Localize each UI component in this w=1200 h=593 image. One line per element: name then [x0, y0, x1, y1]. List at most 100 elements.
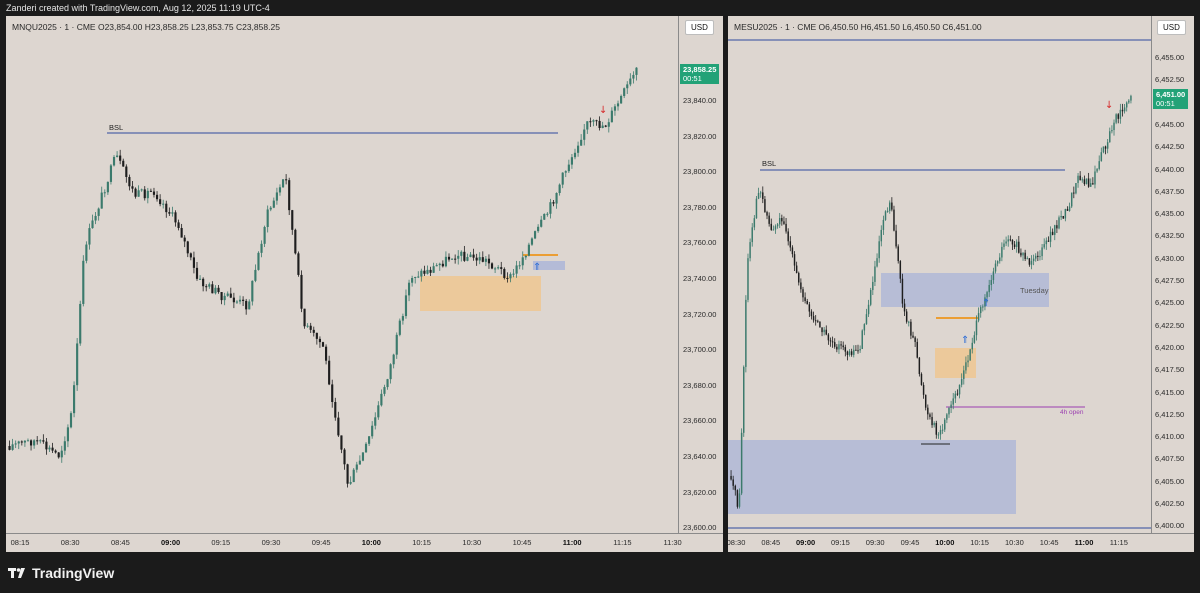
right-candle-body [918, 357, 921, 374]
right-candle-body [759, 192, 762, 194]
left-candle-body [469, 254, 472, 258]
right-candle-body [914, 337, 916, 342]
right-candle-body [762, 192, 764, 200]
right-candle-body [1077, 175, 1079, 184]
right-candle-body [897, 246, 899, 262]
right-candle-body [743, 366, 745, 433]
right-candle-body [935, 422, 938, 435]
left-candle-body [426, 269, 429, 274]
right-candle-body [1075, 183, 1077, 194]
left-candle-body [629, 78, 632, 85]
right-candle-body [842, 345, 844, 348]
left-candle-body [331, 384, 334, 403]
right-bsl-label: BSL [762, 159, 776, 168]
left-candlestick-plot[interactable]: BSL ⇑ ↓ [6, 16, 723, 552]
left-candle-body [232, 297, 235, 303]
right-candle-body [823, 329, 825, 333]
right-candle-body [747, 258, 749, 300]
right-candle-body [1062, 215, 1064, 219]
left-price-tick: 23,640.00 [683, 452, 717, 461]
right-candle-body [1056, 225, 1058, 229]
right-candle-body [814, 320, 817, 322]
left-candle-body [85, 244, 88, 261]
right-candle-body [829, 340, 832, 342]
left-candle-body [306, 325, 309, 327]
left-candle-body [91, 220, 94, 229]
left-candle-body [189, 253, 192, 258]
right-tuesday-label: Tuesday [1020, 286, 1049, 295]
right-candle-body [844, 347, 847, 352]
right-candle-body [965, 362, 967, 371]
right-candle-body [878, 241, 880, 259]
right-price-tick: 6,417.50 [1155, 365, 1185, 375]
left-time-axis[interactable]: 08:15 08:30 08:45 09:00 09:15 09:30 09:45 10:00… [6, 533, 723, 552]
left-candle-body [607, 122, 610, 127]
right-candle-body [958, 384, 961, 395]
left-candle-body [530, 238, 534, 245]
right-candle-body [1083, 179, 1086, 185]
right-candle-body [1018, 241, 1020, 253]
right-candle-body [1096, 168, 1098, 172]
footer-brand-text: TradingView [32, 565, 115, 581]
left-candle-body [116, 155, 119, 157]
left-candle-body [60, 450, 63, 458]
left-candle-body [134, 188, 137, 197]
right-candle-body [891, 202, 893, 210]
left-candle-body [343, 449, 346, 465]
right-candle-body [960, 379, 963, 385]
right-time-tick: 10:00 [935, 538, 955, 547]
right-up-arrow-icon: ⇑ [961, 335, 969, 346]
right-chart-panel[interactable]: BSL Tuesday 4h open ⇑ ↑ ↓ MESU2025 · 1 · CME … [728, 16, 1194, 552]
left-candle-body [217, 287, 220, 293]
right-candle-body [937, 434, 940, 436]
right-candle-body [1054, 225, 1056, 235]
right-candle-body [764, 199, 766, 213]
right-candle-body [1047, 240, 1050, 242]
right-time-tick: 08:45 [761, 538, 781, 547]
left-candle-body [364, 443, 368, 453]
right-candle-body [956, 393, 959, 395]
right-candle-body [999, 257, 1001, 262]
left-candle-body [171, 212, 174, 214]
right-candle-body [798, 272, 800, 283]
left-chart-panel[interactable]: BSL ⇑ ↓ MNQU2025 · 1 · CME O23,854.00 H23,… [6, 16, 723, 552]
right-candlestick-plot[interactable]: BSL Tuesday 4h open ⇑ ↑ ↓ [728, 16, 1194, 552]
right-candle-body [950, 404, 952, 408]
right-last-price-tag: 6,451.00 00:51 [1153, 89, 1189, 109]
right-candle-body [804, 297, 806, 301]
right-candle-body [977, 313, 980, 321]
left-price-tick: 23,780.00 [683, 202, 717, 212]
left-candle-body [552, 202, 555, 204]
right-candle-body [836, 346, 838, 350]
left-candle-body [457, 255, 460, 259]
right-candle-body [751, 227, 753, 243]
left-candle-body [355, 464, 358, 470]
left-candle-body [478, 257, 481, 261]
left-candle-body [386, 379, 389, 388]
right-candle-body [1123, 107, 1126, 112]
left-candle-body [165, 203, 168, 213]
left-price-axis[interactable]: USD 23,840.00 23,820.00 23,800.00 23,780.00… [678, 16, 723, 534]
left-candle-body [248, 301, 251, 310]
footer-brand[interactable]: TradingView [8, 565, 114, 581]
right-currency-badge[interactable]: USD [1157, 20, 1186, 35]
right-candle-body [922, 384, 925, 395]
right-candle-body [967, 360, 969, 363]
right-candle-body [1092, 183, 1094, 185]
right-down-arrow-icon: ↓ [1105, 100, 1113, 111]
right-candle-body [969, 349, 971, 361]
right-candle-body [916, 341, 918, 358]
right-candle-body [1079, 175, 1081, 181]
left-candle-body [211, 284, 214, 294]
left-candle-body [235, 301, 239, 303]
left-currency-badge[interactable]: USD [685, 20, 714, 35]
right-price-tick: 6,427.50 [1155, 276, 1185, 285]
right-time-axis[interactable]: 08:30 08:45 09:00 09:15 09:30 09:45 10:00 10:15… [728, 533, 1194, 552]
left-candle-body [152, 191, 156, 195]
left-candle-body [389, 364, 392, 380]
right-candle-body [833, 342, 836, 347]
left-candle-body [291, 210, 294, 230]
right-candle-body [893, 209, 895, 231]
right-candle-body [880, 229, 883, 242]
right-candle-body [1094, 171, 1096, 185]
